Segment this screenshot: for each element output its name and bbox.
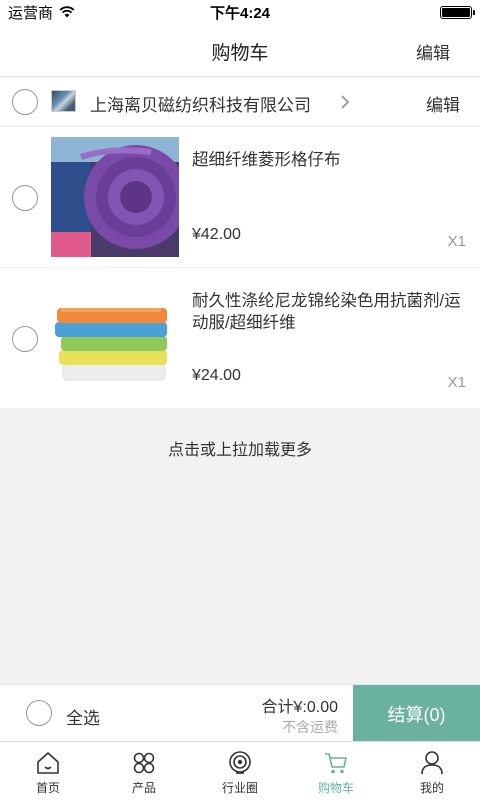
item-quantity: X1 <box>447 233 466 250</box>
tab-home[interactable]: 首页 <box>0 742 96 800</box>
carrier-group: 运营商 <box>8 2 75 23</box>
product-image[interactable] <box>51 278 179 398</box>
item-name[interactable]: 耐久性涤纶尼龙锦纶染色用抗菌剂/运动服/超细纤维 <box>192 290 462 334</box>
item-select-radio[interactable] <box>12 185 38 211</box>
nav-bar: 购物车 编辑 <box>0 24 480 77</box>
tab-label: 产品 <box>131 781 156 795</box>
home-icon <box>37 752 59 774</box>
item-name[interactable]: 超细纤维菱形格仔布 <box>192 149 462 171</box>
item-price: ¥24.00 <box>192 367 241 384</box>
tab-industry[interactable]: 行业圈 <box>192 742 288 800</box>
shop-select-radio[interactable] <box>12 89 38 115</box>
select-all-radio[interactable] <box>26 700 52 726</box>
chevron-right-icon[interactable] <box>340 94 350 110</box>
person-icon <box>421 751 443 775</box>
status-bar: 运营商 下午4:24 <box>0 0 480 24</box>
item-select-radio[interactable] <box>12 326 38 352</box>
load-more-link[interactable]: 点击或上拉加载更多 <box>0 436 480 460</box>
item-price: ¥42.00 <box>192 226 241 243</box>
tab-products[interactable]: 产品 <box>96 742 192 800</box>
page-title: 购物车 <box>211 43 269 64</box>
product-image[interactable] <box>51 137 179 257</box>
battery-icon <box>440 6 475 19</box>
nav-edit-button[interactable]: 编辑 <box>416 39 450 64</box>
cart-item[interactable]: 超细纤维菱形格仔布 ¥42.00 X1 <box>0 127 480 267</box>
tab-bar: 首页 产品 行业圈 购物车 我的 <box>0 741 480 800</box>
tab-mine[interactable]: 我的 <box>384 742 480 800</box>
tab-label: 我的 <box>419 781 444 795</box>
grid-icon <box>133 752 155 774</box>
shop-edit-button[interactable]: 编辑 <box>426 91 460 116</box>
wifi-icon <box>59 6 75 18</box>
select-all-label[interactable]: 全选 <box>66 704 100 729</box>
shop-logo <box>51 90 76 112</box>
cart-icon <box>325 753 347 774</box>
circle-icon <box>229 751 251 774</box>
tab-label: 首页 <box>35 781 60 795</box>
tab-label: 行业圈 <box>221 781 258 795</box>
checkout-bar: 全选 合计¥:0.00 不含运费 结算(0) <box>0 684 480 742</box>
cart-item[interactable]: 耐久性涤纶尼龙锦纶染色用抗菌剂/运动服/超细纤维 ¥24.00 X1 <box>0 268 480 408</box>
shop-name[interactable]: 上海离贝磁纺织科技有限公司 <box>90 91 311 116</box>
shop-row[interactable]: 上海离贝磁纺织科技有限公司 编辑 <box>0 78 480 126</box>
total-amount: 合计¥:0.00 <box>261 699 339 716</box>
shipping-note: 不含运费 <box>282 719 338 735</box>
checkout-button[interactable]: 结算(0) <box>353 685 480 742</box>
tab-label: 购物车 <box>317 781 354 795</box>
carrier-label: 运营商 <box>8 4 54 22</box>
tab-cart[interactable]: 购物车 <box>288 742 384 800</box>
item-quantity: X1 <box>447 374 466 391</box>
